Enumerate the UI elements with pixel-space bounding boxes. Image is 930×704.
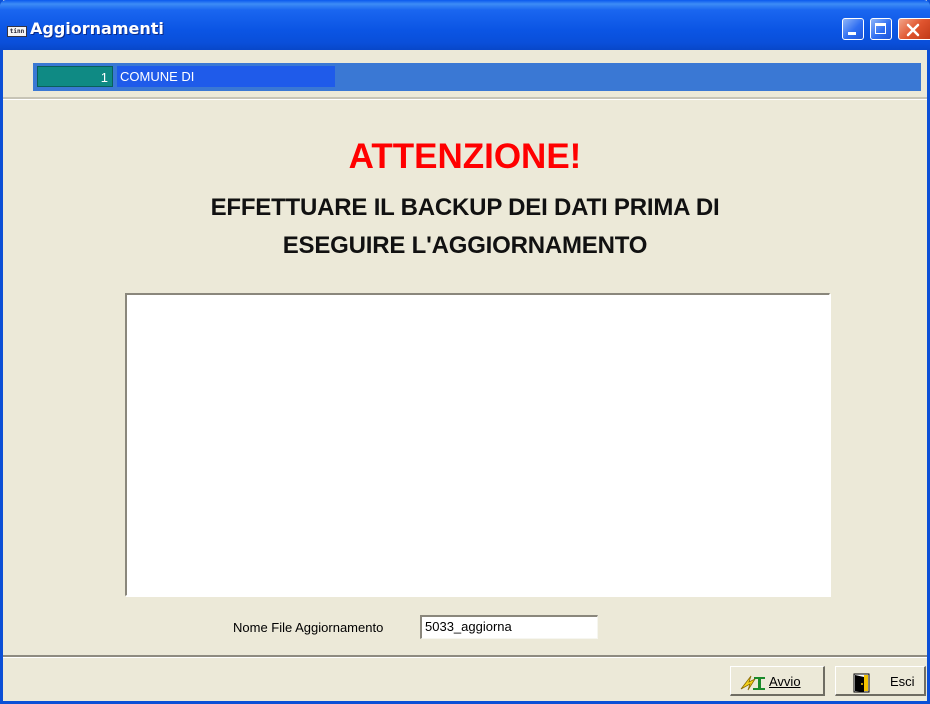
close-icon: [906, 23, 920, 37]
close-button[interactable]: [898, 18, 930, 40]
exit-button[interactable]: Esci: [835, 666, 926, 696]
app-icon: tinn: [7, 26, 27, 37]
log-textarea[interactable]: [125, 293, 830, 596]
lightning-icon: [740, 675, 765, 691]
exit-door-icon: [853, 673, 870, 693]
maximize-icon: [875, 23, 886, 34]
warning-line-1: EFFETTUARE IL BACKUP DEI DATI PRIMA DI: [210, 194, 720, 221]
bottom-divider: [3, 655, 927, 658]
app-window: tinn Aggiornamenti 1 COMUNE DI ATTENZION…: [0, 0, 930, 704]
maximize-button[interactable]: [870, 18, 892, 40]
start-button[interactable]: Avvio: [730, 666, 825, 696]
record-number[interactable]: 1: [37, 66, 113, 87]
record-name[interactable]: COMUNE DI: [117, 66, 335, 87]
warning-message: EFFETTUARE IL BACKUP DEI DATI PRIMA DI E…: [3, 189, 927, 265]
file-name-label: Nome File Aggiornamento: [233, 620, 384, 635]
start-button-label: Avvio: [769, 674, 801, 689]
window-title: Aggiornamenti: [30, 19, 164, 38]
minimize-button[interactable]: [842, 18, 864, 40]
file-name-input[interactable]: 5033_aggiorna: [420, 615, 598, 639]
exit-button-label: Esci: [890, 674, 915, 689]
top-divider: [3, 97, 927, 100]
minimize-icon: [848, 32, 856, 35]
warning-line-2: ESEGUIRE L'AGGIORNAMENTO: [282, 232, 648, 259]
warning-title: ATTENZIONE!: [348, 137, 582, 176]
record-bar: 1 COMUNE DI: [33, 63, 921, 91]
title-bar[interactable]: tinn Aggiornamenti: [0, 0, 930, 50]
